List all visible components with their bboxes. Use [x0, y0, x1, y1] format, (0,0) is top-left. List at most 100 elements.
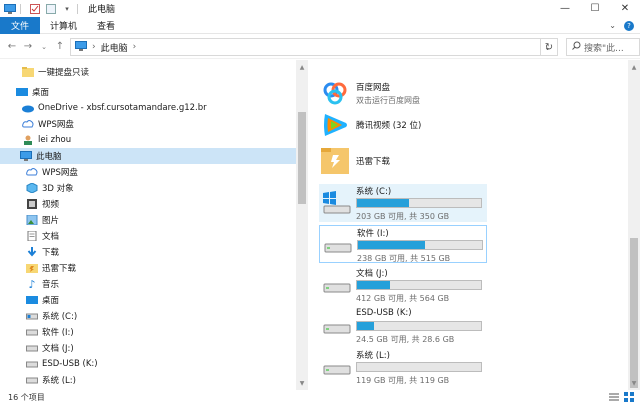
list-item-tencent-video[interactable]: 腾讯视频 (32 位) [320, 110, 421, 140]
drive-tile-c[interactable]: 系统 (C:) 203 GB 可用, 共 350 GB [319, 184, 487, 222]
drive-tile-l[interactable]: 系统 (L:) 119 GB 可用, 共 119 GB [319, 348, 487, 386]
close-button[interactable]: ✕ [610, 0, 640, 17]
nav-item-drive-j[interactable]: 文档 (J:) [0, 340, 296, 356]
breadcrumb-separator[interactable]: › [92, 42, 96, 52]
desktop-icon [16, 87, 28, 97]
nav-item-drive-l[interactable]: 系统 (L:) [0, 372, 296, 388]
scroll-down-arrow[interactable]: ▼ [628, 378, 640, 388]
drive-usage-fill [357, 322, 374, 330]
drive-size: 24.5 GB 可用, 共 28.6 GB [356, 334, 484, 345]
item-count: 16 个项目 [8, 392, 45, 403]
minimize-button[interactable]: — [550, 0, 580, 17]
drive-icon [319, 307, 353, 345]
help-icon[interactable]: ? [624, 21, 634, 31]
refresh-button[interactable]: ↻ [540, 38, 558, 56]
status-bar: 16 个项目 [0, 390, 640, 404]
cloud-icon [26, 167, 38, 177]
drive-name: ESD-USB (K:) [356, 308, 484, 319]
nav-item-documents[interactable]: 文档 [0, 228, 296, 244]
nav-item-this-pc[interactable]: 此电脑 [0, 148, 296, 164]
computer-icon [20, 151, 32, 161]
drive-tile-k[interactable]: ESD-USB (K:) 24.5 GB 可用, 共 28.6 GB [319, 307, 487, 345]
scroll-down-arrow[interactable]: ▼ [296, 378, 308, 388]
nav-item-drive-i[interactable]: 软件 (I:) [0, 324, 296, 340]
maximize-button[interactable]: ☐ [580, 0, 610, 17]
nav-item-downloads[interactable]: 下载 [0, 244, 296, 260]
navigation-pane: 一键提盘只读 桌面 OneDrive - xbsf.cursotamandare… [0, 60, 308, 390]
nav-scrollbar-thumb[interactable] [298, 112, 306, 204]
nav-item-onedrive[interactable]: OneDrive - xbsf.cursotamandare.g12.br [0, 100, 296, 116]
desktop-icon [26, 295, 38, 305]
tiles-view-icon[interactable] [624, 392, 634, 404]
windows-drive-icon [319, 184, 353, 222]
quick-access-dropdown-icon[interactable]: ▾ [61, 4, 73, 14]
download-icon [26, 247, 38, 257]
user-icon [22, 135, 34, 145]
tencent-video-icon [320, 110, 350, 140]
search-icon [572, 41, 581, 53]
recent-locations-button[interactable]: ⌄ [36, 37, 52, 57]
list-item-baidu-netdisk[interactable]: 百度网盘 双击运行百度网盘 [320, 78, 420, 108]
drive-icon [26, 359, 38, 369]
scroll-up-arrow[interactable]: ▲ [296, 62, 308, 72]
chevron-down-icon[interactable]: ⌄ [609, 21, 616, 30]
drive-icon [320, 226, 354, 264]
drive-usage-bar [356, 280, 482, 290]
item-name: 迅雷下载 [356, 155, 390, 167]
content-scrollbar-thumb[interactable] [630, 238, 638, 388]
nav-item-drive-k[interactable]: ESD-USB (K:) [0, 356, 296, 372]
address-bar[interactable]: › 此电脑 › ⌄ [70, 38, 558, 56]
forward-button[interactable]: → [20, 37, 36, 57]
tab-computer[interactable]: 计算机 [40, 17, 87, 34]
window-title: 此电脑 [88, 2, 115, 15]
list-item-thunder-downloads[interactable]: 迅雷下载 [320, 146, 390, 176]
nav-scrollbar[interactable] [296, 60, 308, 390]
nav-item-wps-cloud-pc[interactable]: WPS网盘 [0, 164, 296, 180]
computer-icon[interactable] [4, 4, 16, 14]
nav-item-3d-objects[interactable]: 3D 对象 [0, 180, 296, 196]
up-button[interactable]: ↑ [52, 37, 68, 57]
nav-item-desktop[interactable]: 桌面 [0, 84, 296, 100]
nav-item-desktop-pc[interactable]: 桌面 [0, 292, 296, 308]
tab-file[interactable]: 文件 [0, 17, 40, 34]
divider [20, 4, 21, 14]
drive-name: 软件 (I:) [357, 227, 485, 238]
nav-item-videos[interactable]: 视频 [0, 196, 296, 212]
nav-item-pictures[interactable]: 图片 [0, 212, 296, 228]
folder-icon [22, 67, 34, 77]
nav-item-wps-cloud[interactable]: WPS网盘 [0, 116, 296, 132]
breadcrumb-this-pc[interactable]: 此电脑 [101, 41, 128, 54]
nav-item-music[interactable]: ♪ 音乐 [0, 276, 296, 292]
item-name: 百度网盘 [356, 81, 420, 93]
drive-icon [26, 311, 38, 321]
new-folder-icon[interactable] [45, 4, 57, 14]
drive-name: 系统 (C:) [356, 185, 484, 196]
breadcrumb-separator[interactable]: › [133, 42, 137, 52]
cube-icon [26, 183, 38, 193]
tab-view[interactable]: 查看 [87, 17, 125, 34]
nav-item-thunder-downloads[interactable]: 迅雷下载 [0, 260, 296, 276]
drive-tile-j[interactable]: 文档 (J:) 412 GB 可用, 共 564 GB [319, 266, 487, 304]
drive-usage-fill [358, 241, 425, 249]
drive-size: 412 GB 可用, 共 564 GB [356, 293, 484, 304]
item-name: 腾讯视频 (32 位) [356, 119, 421, 131]
thunder-folder-icon [320, 146, 350, 176]
drive-usage-bar [356, 198, 482, 208]
onedrive-icon [22, 103, 34, 113]
nav-item-user[interactable]: lei zhou [0, 132, 296, 148]
back-button[interactable]: ← [4, 37, 20, 57]
video-icon [26, 199, 38, 209]
drive-usage-fill [357, 281, 390, 289]
divider [77, 4, 78, 14]
drive-usage-bar [357, 240, 483, 250]
nav-item-drive-c[interactable]: 系统 (C:) [0, 308, 296, 324]
properties-icon[interactable] [29, 4, 41, 14]
address-row: ← → ⌄ ↑ › 此电脑 › ⌄ ↻ 搜索"此... [0, 35, 640, 59]
drive-usage-bar [356, 321, 482, 331]
nav-item-quick-folder[interactable]: 一键提盘只读 [0, 64, 296, 80]
scroll-up-arrow[interactable]: ▲ [628, 62, 640, 72]
drive-icon [26, 327, 38, 337]
search-box[interactable]: 搜索"此... [566, 38, 640, 56]
details-view-icon[interactable] [609, 392, 619, 404]
drive-tile-i[interactable]: 软件 (I:) 238 GB 可用, 共 515 GB [319, 225, 487, 263]
